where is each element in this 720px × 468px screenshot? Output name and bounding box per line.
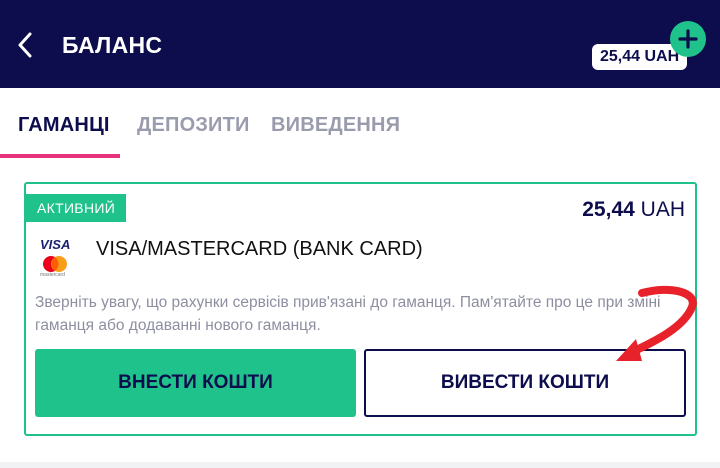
tab-withdrawals[interactable]: ВИВЕДЕННЯ [271,114,400,137]
payment-method-name: VISA/MASTERCARD (BANK CARD) [96,238,423,260]
wallet-card: АКТИВНИЙ 25,44 UAH VISA mastercard VISA/… [24,182,697,436]
back-button[interactable] [12,28,38,62]
chevron-left-icon [18,32,32,58]
payment-method-logo: VISA mastercard [38,236,74,280]
tab-deposits[interactable]: ДЕПОЗИТИ [137,114,250,137]
visa-logo: VISA [40,237,71,252]
tab-bar: ГАМАНЦІ ДЕПОЗИТИ ВИВЕДЕННЯ [0,88,720,160]
mastercard-wordmark: mastercard [40,272,66,278]
wallet-amount: 25,44 UAH [582,198,685,222]
deposit-button[interactable]: ВНЕСТИ КОШТИ [35,349,356,417]
status-badge: АКТИВНИЙ [26,194,127,222]
plus-icon [678,29,698,49]
page-title: БАЛАНС [62,32,163,58]
app-header: БАЛАНС 25,44 UAH [0,0,720,88]
active-tab-indicator [0,154,120,158]
wallet-amount-currency: UAH [640,198,685,221]
wallet-notice: Зверніть увагу, що рахунки сервісів прив… [35,294,661,334]
tab-wallets[interactable]: ГАМАНЦІ [18,114,110,137]
wallet-amount-value: 25,44 [582,198,635,221]
red-arrow-annotation [616,285,697,361]
add-funds-button[interactable] [670,21,706,57]
mastercard-icon [43,256,67,272]
